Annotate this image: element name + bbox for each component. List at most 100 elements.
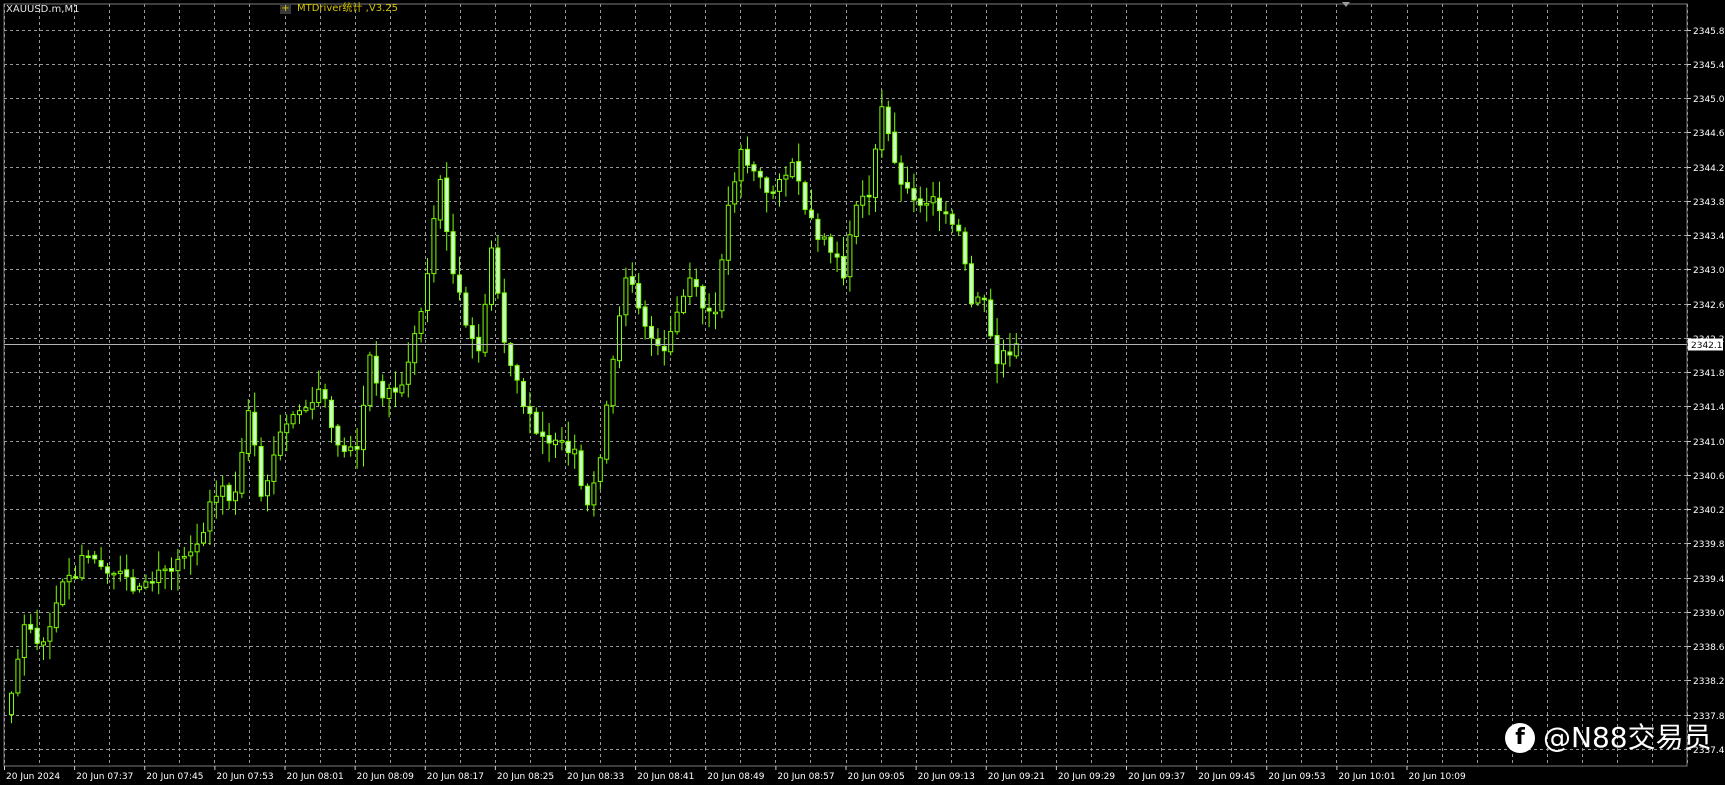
candle-body-bull (303, 407, 309, 412)
candle (610, 355, 616, 414)
chart-window[interactable]: 2342.18 2345.852345.452345.052344.652344… (0, 0, 1725, 785)
candle (617, 306, 622, 369)
candle-body-bull (117, 570, 123, 575)
candle-body-bull (111, 572, 117, 576)
candle-body-bull (79, 555, 85, 579)
candle-body-bear (905, 182, 910, 189)
price-tick-label: 2339.85 (1693, 540, 1725, 550)
candle-body-bear (258, 446, 264, 497)
candle-body-bull (873, 148, 878, 199)
candle-body-bear (540, 431, 546, 437)
candle-body-bear (809, 209, 814, 219)
candle-body-bear (226, 484, 232, 502)
time-tick-label: 20 Jun 09:13 (918, 772, 975, 782)
candle-body-bull (66, 574, 72, 583)
candle-body-bull (591, 482, 597, 506)
candle-body-bear (764, 177, 770, 193)
price-tick-label: 2345.45 (1693, 61, 1725, 71)
candle-body-bear (866, 194, 872, 198)
candle-body-bull (309, 402, 315, 410)
candle-body-bull (732, 181, 738, 205)
candle-body-bear (354, 445, 360, 450)
candle-body-bull (847, 234, 853, 278)
candle-body-bull (924, 203, 930, 206)
candle (489, 240, 494, 311)
candle-body-bull (239, 451, 245, 494)
candle-body-bear (444, 177, 450, 233)
candle-body-bull (860, 195, 866, 206)
candle-body-bear (169, 568, 174, 572)
candle (719, 253, 725, 319)
candle-body-bear (988, 299, 994, 337)
candle-body-bull (681, 295, 686, 314)
price-tick-label: 2345.05 (1693, 95, 1725, 105)
candle-body-bear (898, 162, 904, 185)
candle-body-bear (693, 279, 699, 288)
price-tick-label: 2339.05 (1693, 609, 1725, 619)
candle-body-bull (687, 277, 693, 297)
time-tick-label: 20 Jun 08:57 (777, 772, 834, 782)
candle-body-bull (162, 568, 168, 572)
price-tick-label: 2343.45 (1693, 232, 1725, 242)
candle-body-bull (405, 361, 411, 385)
candle-body-bear (757, 170, 763, 178)
candlestick-chart[interactable]: 2342.18 2345.852345.452345.052344.652344… (0, 0, 1725, 785)
candle-body-bear (514, 365, 520, 381)
price-tick-label: 2345.85 (1693, 27, 1725, 37)
candle-body-bull (431, 218, 437, 275)
candle-body-bear (629, 276, 635, 285)
candle-body-bear (252, 411, 258, 446)
candle-body-bear (841, 255, 846, 279)
candle (962, 227, 968, 271)
candle-body-bear (751, 164, 757, 172)
candle-body-bear (585, 485, 590, 506)
candle-body-bear (828, 236, 834, 253)
candle-body-bull (156, 569, 162, 583)
candle-body-bull (821, 236, 827, 240)
candle-body-bear (34, 627, 40, 644)
candle-body-bull (789, 161, 795, 178)
chart-shift-marker-icon[interactable] (1342, 2, 1350, 7)
candle-body-bull (194, 543, 200, 553)
time-tick-label: 20 Jun 09:29 (1058, 772, 1115, 782)
price-tick-label: 2342.65 (1693, 301, 1725, 311)
facebook-icon: f (1505, 723, 1535, 753)
candle-body-bear (130, 577, 136, 592)
candle-body-bull (143, 581, 149, 588)
candle-body-bear (949, 213, 955, 225)
candle-body-bear (802, 182, 808, 210)
time-tick-label: 20 Jun 07:53 (216, 772, 273, 782)
candle-body-bear (969, 263, 974, 305)
indicator-label[interactable]: + MTDriver统计 ,V3.25 (280, 3, 398, 15)
candle-body-bear (501, 292, 507, 343)
candle-body-bear (495, 247, 501, 294)
candle-body-bull (1013, 343, 1019, 357)
candle-body-bull (777, 179, 782, 192)
candle-body-bull (783, 174, 789, 180)
candle-body-bull (53, 602, 59, 629)
price-tick-label: 2338.25 (1693, 677, 1725, 687)
time-tick-label: 20 Jun 09:05 (848, 772, 905, 782)
candle-body-bull (60, 581, 66, 606)
indicator-expand-icon[interactable]: + (280, 3, 291, 14)
candle-body-bull (553, 439, 558, 446)
candle-body-bear (706, 307, 712, 312)
candle-body-bull (853, 204, 859, 237)
candle-body-bear (457, 274, 462, 293)
candle (463, 286, 469, 328)
candle-body-bull (348, 446, 354, 452)
candle-body-bull (15, 658, 21, 694)
time-tick-label: 20 Jun 09:45 (1198, 772, 1255, 782)
price-tick-label: 2341.85 (1693, 369, 1725, 379)
candle-body-bull (559, 440, 565, 443)
candle-body-bull (719, 259, 725, 312)
candle-body-bear (105, 566, 110, 574)
time-tick-label: 20 Jun 08:49 (707, 772, 764, 782)
watermark: f @N88交易员 (1505, 721, 1712, 755)
time-tick-label: 20 Jun 08:41 (637, 772, 694, 782)
price-tick-label: 2343.85 (1693, 198, 1725, 208)
candle-body-bear (956, 224, 962, 232)
price-tick-label: 2344.65 (1693, 129, 1725, 139)
candle-body-bull (572, 448, 578, 455)
candle-body-bull (201, 532, 206, 544)
